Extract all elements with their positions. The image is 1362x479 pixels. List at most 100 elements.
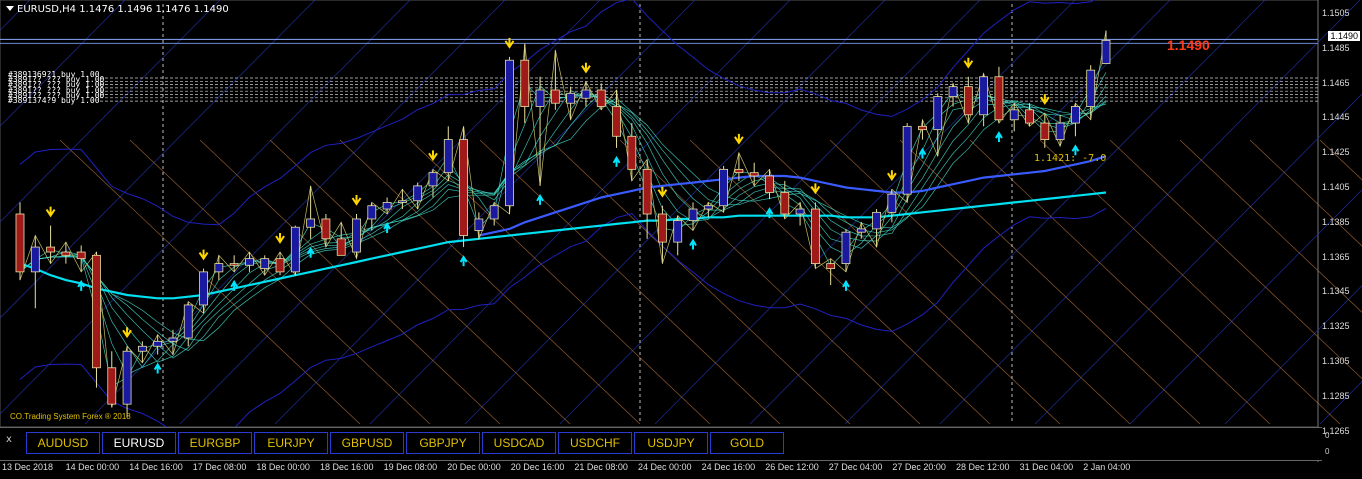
symbol-button-usdcad[interactable]: USDCAD [482,432,556,454]
price-tick-label: 1.1345 [1322,286,1350,297]
symbol-button-gbpjpy[interactable]: GBPJPY [406,432,480,454]
sell-arrow-icon [198,249,209,261]
sell-arrow-icon [1039,94,1050,105]
candle-body [596,89,606,107]
candle-body [168,337,178,342]
candle-body [581,89,591,99]
gann-line-up [274,0,696,425]
price-tick-label: 1.1305 [1322,356,1350,366]
candle-body [642,168,652,215]
sell-arrow-icon [275,233,285,244]
symbol-button-usdjpy[interactable]: USDJPY [634,432,708,454]
candle-body [275,258,285,273]
candle-body [367,205,377,220]
symbol-panel: x AUDUSD EURUSD EURGBP EURJPY GBPUSD GBPJPY US… [0,427,1322,461]
symbol-button-eurjpy[interactable]: EURJPY [254,432,328,454]
symbol-button-audusd[interactable]: AUDUSD [26,432,100,454]
candle-body [535,89,545,107]
gann-line-up [0,0,221,223]
candle-body [1101,39,1111,64]
candle-body [795,208,805,215]
candle-body [872,211,881,230]
candle-body [749,172,759,177]
candle-body [765,175,774,193]
time-tick-label: 27 Dec 20:00 [892,462,946,472]
time-tick-label: 18 Dec 00:00 [256,462,310,472]
chart-menu-icon[interactable] [6,6,14,11]
candle-body [566,92,576,104]
price-chart[interactable] [0,0,1362,479]
candle-body [856,228,866,233]
candle-body [92,254,101,369]
buy-arrow-icon [153,362,162,374]
price-tick-label: 1.1485 [1322,42,1350,53]
symbol-button-eurgbp[interactable]: EURGBP [178,432,252,454]
time-tick-label: 2 Jan 04:00 [1083,462,1131,472]
symbol-quote-line: EURUSD,H4 1.1476 1.1496 1.1476 1.1490 [17,4,229,15]
time-tick-label: 24 Dec 00:00 [638,462,692,472]
time-tick-label: 31 Dec 04:00 [1019,462,1074,472]
candle-body [550,89,560,104]
sell-arrow-icon [428,150,438,162]
candle-body [933,96,943,131]
candle-body [780,192,790,215]
candle-body [290,226,300,273]
ma-slow-line [19,191,1107,300]
symbol-button-usdchf[interactable]: USDCHF [558,432,632,454]
time-tick-label: 17 Dec 08:00 [192,462,247,472]
sell-arrow-icon [963,57,974,69]
price-tick-label: 1.1285 [1322,390,1350,401]
candle-body [413,185,423,202]
candle-body [352,218,361,253]
ribbon-ma [19,72,1107,375]
candle-body [734,168,744,174]
gann-line-up [84,0,506,425]
time-tick-label: 26 Dec 12:00 [765,462,819,472]
buy-arrow-icon [459,255,468,267]
symbol-button-gbpusd[interactable]: GBPUSD [330,432,404,454]
candle-body [627,135,637,170]
current-price-tag: 1.1490 [1328,31,1360,41]
candle-body [137,345,147,352]
candle-body [46,246,55,253]
price-tick-label: 1.1405 [1322,182,1350,192]
candle-body [214,263,224,273]
time-tick-label: 20 Dec 16:00 [510,462,565,472]
buy-arrow-icon [306,246,315,258]
candle-body [948,86,958,97]
candle-body [719,168,729,207]
price-tick-label: 1.1425 [1322,147,1350,158]
candle-body [918,125,927,131]
time-tick-label: 14 Dec 00:00 [65,462,120,472]
price-tick-label: 1.1445 [1322,112,1350,123]
candle-body [489,205,499,220]
candle-body [810,208,820,265]
candle-body [994,76,1004,121]
buy-arrow-icon [612,155,621,167]
candle-body [474,218,484,231]
candle-body [688,208,698,222]
candle-body [979,76,989,116]
candle-body [520,59,530,107]
price-tick-label: 1.1385 [1322,216,1350,227]
close-panel-button[interactable]: x [6,434,12,445]
candle-body [658,213,667,243]
sell-arrow-icon [45,206,56,218]
sub-axis-bottom: 0 [1325,447,1330,456]
price-note: 1.1421: -7.0 [1034,153,1107,164]
candle-body [76,251,86,260]
symbol-button-gold[interactable]: GOLD [710,432,784,454]
candle-body [336,238,346,256]
candle-body [397,200,407,203]
gann-line-up [0,0,31,31]
candle-body [887,193,897,213]
gann-line-up [939,0,1361,425]
time-tick-label: 13 Dec 2018 [2,462,54,472]
time-tick-label: 20 Dec 00:00 [447,462,501,472]
symbol-button-eurusd[interactable]: EURUSD [102,432,176,454]
candle-body [1071,106,1080,124]
candle-body [1009,109,1019,121]
band-upper [19,0,1096,226]
buy-arrow-icon [995,131,1003,143]
time-tick-label: 14 Dec 16:00 [129,462,183,472]
